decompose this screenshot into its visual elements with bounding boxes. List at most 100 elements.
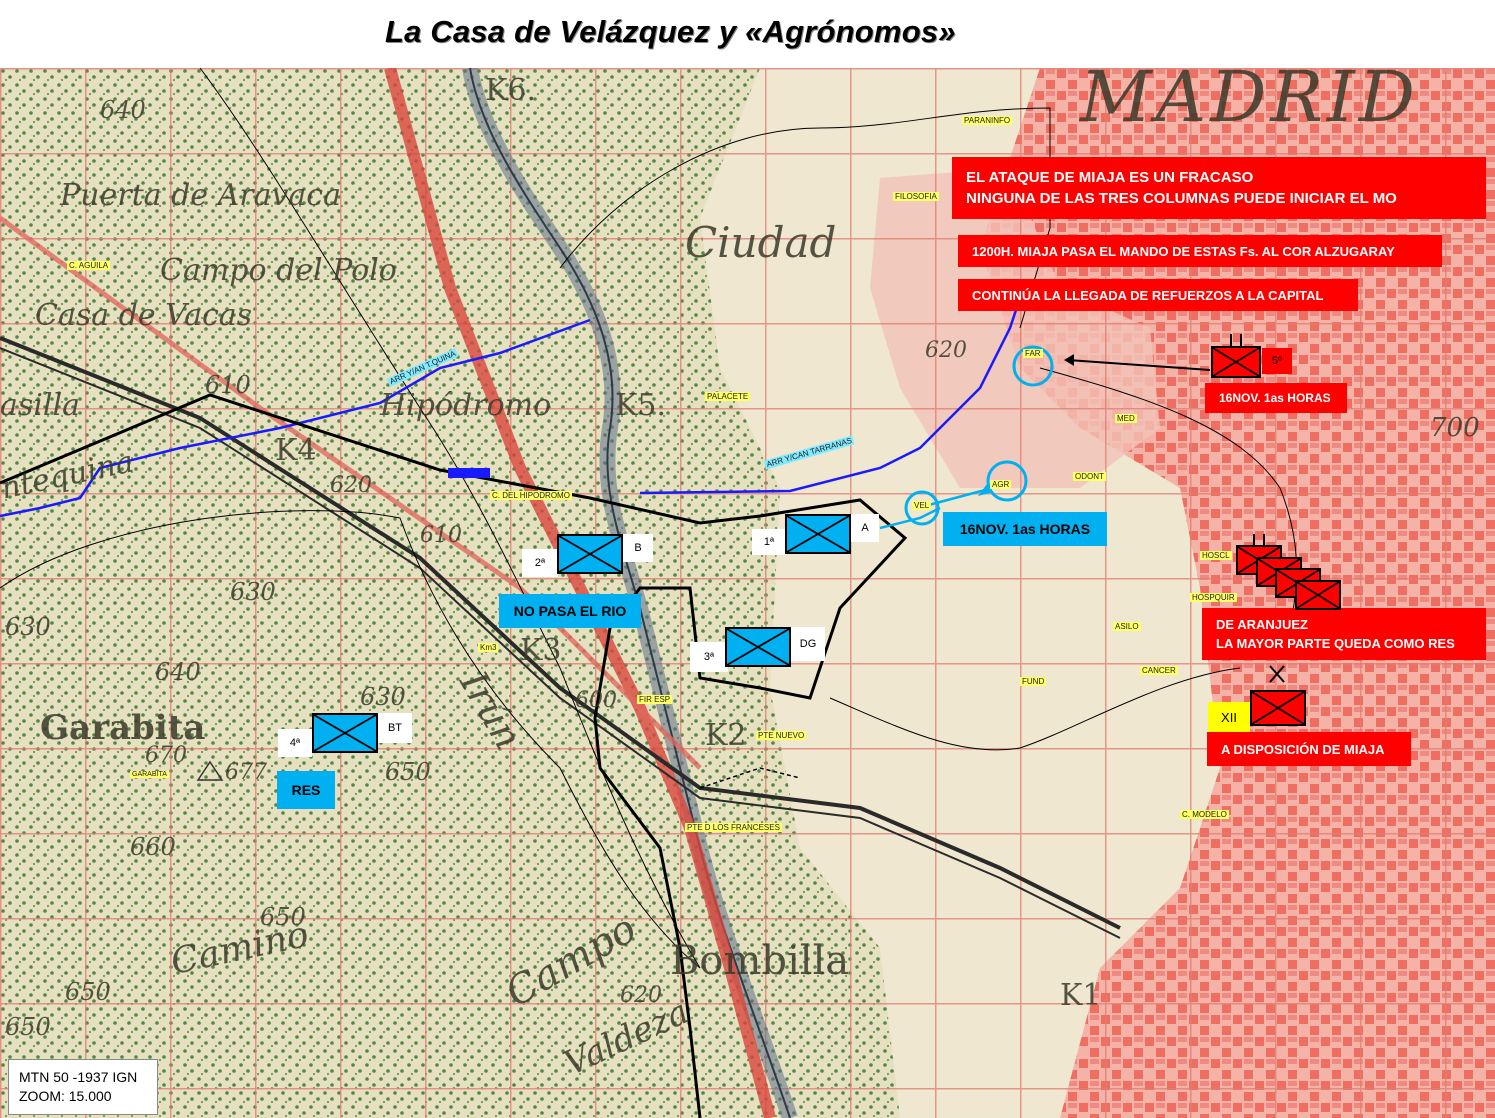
elevation-640a: 640 — [100, 96, 146, 124]
map-text-bombilla: Bombilla — [670, 938, 850, 984]
place-palacete: PALACETE — [705, 392, 751, 401]
place-aguila: C. AGUILA — [67, 261, 111, 270]
unit-5th-label: 5º — [1262, 348, 1292, 374]
place-med: MED — [1115, 414, 1137, 423]
elevation-677: 677 — [225, 760, 267, 785]
note-attack-failure-line1: EL ATAQUE DE MIAJA ES UN FRACASO — [966, 169, 1254, 186]
elevation-650d: 650 — [5, 1013, 51, 1041]
place-agr: AGR — [990, 480, 1012, 489]
infantry-cross-icon — [1297, 582, 1339, 608]
place-km3: Km3 — [478, 643, 499, 652]
map-text-hipodromo: Hipódromo — [380, 388, 552, 423]
infantry-cross-icon — [1252, 692, 1304, 724]
map-text-campo-polo: Campo del Polo — [160, 253, 397, 288]
place-odont: ODONT — [1073, 472, 1106, 481]
unit-xii-label: XII — [1208, 702, 1250, 732]
unit-2-number: 2ª — [522, 549, 558, 577]
elevation-650a: 650 — [385, 758, 431, 786]
map-text-casa-vacas: Casa de Vacas — [35, 298, 253, 333]
place-asilo: ASILO — [1113, 622, 1141, 631]
unit-1-tag: A — [851, 514, 879, 542]
elevation-610b: 610 — [420, 523, 462, 548]
unit-3-tag: DG — [791, 627, 825, 661]
blue-marker-bar — [448, 468, 490, 478]
place-paraninfo: PARANINFO — [962, 116, 1013, 125]
infantry-cross-icon — [559, 536, 621, 572]
place-garabita: GARABITA — [130, 771, 169, 778]
unit-2-tag: B — [623, 534, 653, 562]
note-miaja-disposal: A DISPOSICIÓN DE MIAJA — [1207, 732, 1411, 766]
note-attack-failure: EL ATAQUE DE MIAJA ES UN FRACASO NINGUNA… — [952, 157, 1486, 219]
legend-zoom: ZOOM: 15.000 — [19, 1088, 112, 1104]
place-fund: FUND — [1020, 677, 1047, 686]
map-text-k2: K2 — [705, 718, 747, 753]
map-legend: MTN 50 -1937 IGN ZOOM: 15.000 — [8, 1059, 158, 1115]
unit-xii-symbol[interactable] — [1250, 690, 1306, 726]
unit-4-number: 4ª — [278, 729, 312, 757]
unit-2-infantry-symbol[interactable] — [557, 534, 623, 574]
elevation-600: 600 — [575, 688, 617, 713]
elevation-630a: 630 — [230, 578, 276, 606]
legend-source: MTN 50 -1937 IGN — [19, 1069, 138, 1085]
note-reinforcements: CONTINÚA LA LLEGADA DE REFUERZOS A LA CA… — [958, 279, 1358, 311]
elevation-670: 670 — [145, 743, 187, 768]
note-16nov: 16NOV. 1as HORAS — [943, 512, 1107, 546]
note-aranjuez-line1: DE ARANJUEZ — [1216, 617, 1308, 632]
map-text-ciudad: Ciudad — [685, 218, 837, 267]
note-command-transfer: 1200H. MIAJA PASA EL MANDO DE ESTAS Fs. … — [958, 235, 1442, 267]
place-pte-nuevo: PTE NUEVO — [756, 731, 807, 740]
unit-4-tag: BT — [378, 713, 412, 743]
unit-3-number: 3ª — [690, 642, 728, 672]
note-5th-time: 16NOV. 1as HORAS — [1205, 383, 1347, 413]
place-hipodromo: C. DEL HIPODROMO — [490, 491, 572, 500]
place-hospquir: HOSPQUIR — [1190, 593, 1237, 602]
infantry-cross-icon — [1213, 348, 1259, 376]
unit-1-number: 1ª — [752, 529, 786, 555]
infantry-cross-icon — [314, 715, 376, 751]
elevation-630c: 630 — [360, 683, 406, 711]
elevation-620a: 620 — [330, 473, 372, 498]
map-text-k4: K4 — [275, 433, 317, 468]
elevation-620c: 620 — [620, 983, 662, 1008]
unit-aranjuez-size-marker — [1253, 534, 1265, 546]
note-attack-failure-line2: NINGUNA DE LAS TRES COLUMNAS PUEDE INICI… — [966, 190, 1397, 207]
place-far: FAR — [1023, 349, 1043, 358]
note-no-river: NO PASA EL RIO — [499, 594, 641, 628]
elevation-650c: 650 — [65, 978, 111, 1006]
map-text-puerta: Puerta de Aravaca — [60, 178, 341, 213]
map-panel[interactable]: MADRID Ciudad Puerta de Aravaca Campo de… — [0, 56, 1495, 1118]
unit-aranjuez-symbol-4[interactable] — [1295, 580, 1341, 610]
map-text-k6: K6. — [485, 73, 537, 108]
place-vel: VEL — [912, 501, 932, 510]
note-aranjuez: DE ARANJUEZ LA MAYOR PARTE QUEDA COMO RE… — [1202, 608, 1486, 660]
map-text-garabita: Garabita — [40, 708, 206, 748]
place-cancer: CANCER — [1140, 666, 1178, 675]
unit-1-infantry-symbol[interactable] — [785, 514, 851, 554]
map-text-madrid: MADRID — [1080, 56, 1419, 138]
elevation-620b: 620 — [925, 338, 967, 363]
map-title: La Casa de Velázquez y «Agrónomos» — [385, 14, 956, 49]
note-reserve: RES — [277, 771, 335, 809]
map-text-k1: K1 — [1060, 978, 1102, 1013]
unit-5th-infantry-symbol[interactable] — [1211, 346, 1261, 378]
note-aranjuez-line2: LA MAYOR PARTE QUEDA COMO RES — [1216, 636, 1455, 651]
place-filosofia: FILOSOFIA — [893, 192, 939, 201]
unit-3-infantry-symbol[interactable] — [725, 627, 791, 667]
map-text-k3: K3 — [520, 633, 562, 668]
elevation-610: 610 — [205, 371, 251, 399]
unit-4-infantry-symbol[interactable] — [312, 713, 378, 753]
elevation-640b: 640 — [155, 658, 201, 686]
elevation-700: 700 — [1430, 413, 1480, 443]
place-fir-esp: FIR ESP — [637, 695, 673, 704]
unit-5th-size-marker — [1230, 334, 1242, 348]
infantry-cross-icon — [727, 629, 789, 665]
elevation-630b: 630 — [5, 613, 51, 641]
place-hoscl: HOSCL — [1200, 551, 1232, 560]
elevation-650b: 650 — [260, 903, 306, 931]
map-text-casilla: asilla — [0, 388, 80, 423]
place-c-modelo: C. MODELO — [1180, 810, 1229, 819]
infantry-cross-icon — [787, 516, 849, 552]
place-pte-franceses: PTE D LOS FRANCESES — [685, 823, 782, 832]
elevation-660: 660 — [130, 833, 176, 861]
map-text-k5: K5. — [615, 388, 667, 423]
